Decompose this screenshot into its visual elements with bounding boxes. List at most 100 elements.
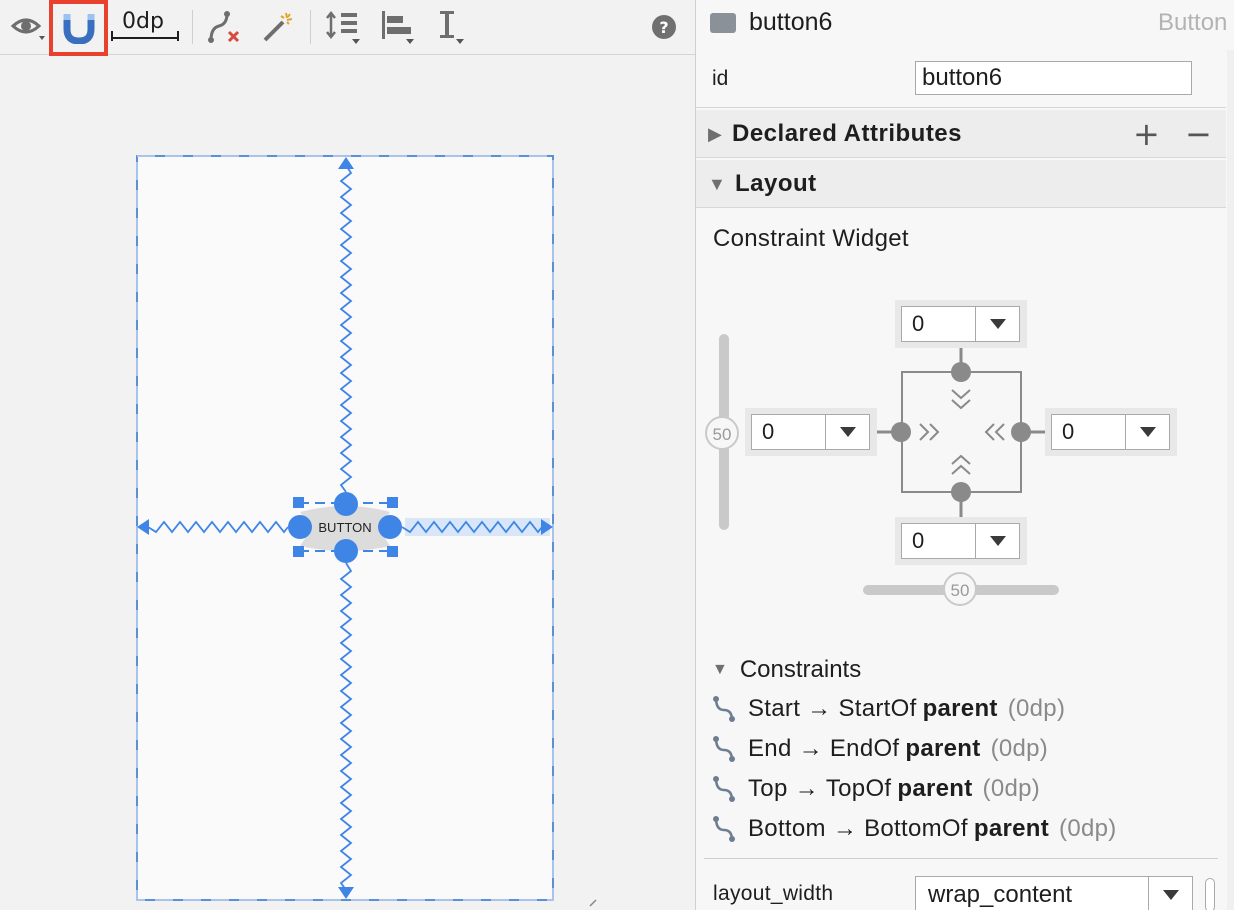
constraint-target: TopOf bbox=[825, 775, 892, 802]
constraint-row-bottom[interactable]: Bottom → BottomOf parent (0dp) bbox=[710, 814, 1117, 844]
constraint-side: Start bbox=[748, 695, 801, 722]
button-label: BUTTON bbox=[318, 520, 371, 535]
chevron-down-icon[interactable] bbox=[1125, 415, 1169, 449]
add-attribute-button[interactable]: + bbox=[1133, 114, 1160, 154]
constraint-arrow: → bbox=[807, 695, 832, 722]
align-icon[interactable] bbox=[376, 6, 420, 48]
guidelines-icon[interactable] bbox=[430, 6, 474, 48]
horizontal-bias-value: 50 bbox=[951, 581, 970, 600]
component-header: button6 Button bbox=[696, 0, 1234, 50]
layout-section[interactable]: ▼ Layout bbox=[696, 160, 1226, 208]
layout-title: Layout bbox=[735, 170, 817, 197]
widget-bottom-anchor[interactable] bbox=[951, 482, 971, 502]
constraint-parent: parent bbox=[897, 775, 973, 802]
constraint-side: End bbox=[748, 735, 792, 762]
chevron-down-icon[interactable] bbox=[975, 307, 1019, 341]
constraint-parent: parent bbox=[973, 815, 1050, 842]
id-row: id button6 bbox=[696, 55, 1226, 108]
vertical-size-chevrons[interactable] bbox=[951, 389, 971, 475]
remove-attribute-button[interactable]: − bbox=[1185, 114, 1212, 154]
constraint-side: Top bbox=[748, 775, 788, 802]
horizontal-size-chevrons[interactable] bbox=[919, 423, 1005, 441]
collapse-arrow-icon[interactable]: ▼ bbox=[712, 661, 728, 679]
margin-top-dropdown[interactable]: 0 bbox=[895, 300, 1027, 348]
constraint-target: StartOf bbox=[838, 695, 917, 722]
resize-handle-bottom-right[interactable] bbox=[387, 546, 398, 557]
help-icon[interactable]: ? bbox=[651, 6, 677, 48]
margin-right-value[interactable]: 0 bbox=[1052, 415, 1125, 449]
constraint-row-end[interactable]: End → EndOf parent (0dp) bbox=[710, 734, 1048, 764]
widget-left-anchor[interactable] bbox=[891, 422, 911, 442]
constraint-arrow: → bbox=[794, 775, 819, 802]
design-canvas[interactable]: BUTTON bbox=[0, 56, 695, 910]
constraint-target: EndOf bbox=[829, 735, 900, 762]
top-anchor[interactable] bbox=[334, 492, 358, 516]
margin-bottom-dropdown[interactable]: 0 bbox=[895, 517, 1027, 565]
declared-attributes-title: Declared Attributes bbox=[732, 120, 962, 147]
widget-top-anchor[interactable] bbox=[951, 362, 971, 382]
layout-width-dropdown[interactable]: wrap_content bbox=[915, 876, 1193, 910]
constraint-row-start[interactable]: Start → StartOf parent (0dp) bbox=[710, 694, 1065, 724]
default-margin-value: 0dp bbox=[122, 9, 164, 34]
declared-attributes-section[interactable]: ▶ Declared Attributes + − bbox=[696, 110, 1226, 158]
vertical-bias-value: 50 bbox=[713, 425, 732, 444]
layout-editor: 0dp ? BUTTON button6 Button id button6 ▶… bbox=[0, 0, 1234, 910]
chevron-down-icon[interactable] bbox=[1148, 877, 1192, 910]
constraint-icon bbox=[713, 816, 735, 842]
constraint-arrow: → bbox=[832, 815, 858, 842]
id-input[interactable]: button6 bbox=[915, 61, 1192, 95]
constraint-arrow: → bbox=[798, 735, 823, 762]
design-pane: 0dp ? BUTTON bbox=[0, 0, 695, 910]
infer-constraints-icon[interactable] bbox=[256, 6, 298, 48]
end-anchor[interactable] bbox=[378, 515, 402, 539]
resize-handle-bottom-left[interactable] bbox=[293, 546, 304, 557]
component-name: button6 bbox=[749, 8, 833, 36]
attributes-panel: button6 Button id button6 ▶ Declared Att… bbox=[695, 0, 1234, 910]
constraint-margin: (0dp) bbox=[982, 775, 1041, 802]
default-margin-dropdown[interactable]: 0dp bbox=[108, 6, 182, 48]
constraint-row-top[interactable]: Top → TopOf parent (0dp) bbox=[710, 774, 1040, 804]
constraint-margin: (0dp) bbox=[1059, 815, 1117, 842]
divider bbox=[704, 858, 1218, 859]
constraint-margin: (0dp) bbox=[990, 735, 1049, 762]
margin-left-dropdown[interactable]: 0 bbox=[745, 408, 877, 456]
margin-bottom-value[interactable]: 0 bbox=[902, 524, 975, 558]
constraint-icon bbox=[713, 696, 735, 722]
help-glyph: ? bbox=[652, 15, 676, 39]
bottom-anchor[interactable] bbox=[334, 539, 358, 563]
constraint-icon bbox=[713, 736, 735, 762]
toolbar-separator bbox=[310, 10, 311, 44]
layout-width-scroll[interactable] bbox=[1205, 878, 1215, 910]
resize-handle-top-left[interactable] bbox=[293, 497, 304, 508]
constraint-parent: parent bbox=[905, 735, 981, 762]
constraints-header[interactable]: ▼ Constraints bbox=[712, 656, 861, 684]
constraint-margin: (0dp) bbox=[1007, 695, 1066, 722]
pack-icon[interactable] bbox=[322, 6, 366, 48]
toolbar-separator bbox=[192, 10, 193, 44]
design-toolbar: 0dp ? bbox=[0, 0, 695, 56]
constraint-target: BottomOf bbox=[864, 815, 968, 842]
layout-width-value[interactable]: wrap_content bbox=[916, 877, 1148, 910]
constraints-title: Constraints bbox=[739, 656, 862, 683]
resize-handle-top-right[interactable] bbox=[387, 497, 398, 508]
button-widget-icon bbox=[710, 13, 736, 33]
constraint-icon bbox=[713, 776, 735, 802]
chevron-down-icon[interactable] bbox=[975, 524, 1019, 558]
constraint-widget-title: Constraint Widget bbox=[713, 225, 909, 252]
constraint-side: Bottom bbox=[748, 815, 826, 842]
collapse-arrow-icon[interactable]: ▼ bbox=[708, 174, 726, 195]
start-anchor[interactable] bbox=[288, 515, 312, 539]
margin-top-value[interactable]: 0 bbox=[902, 307, 975, 341]
chevron-down-icon[interactable] bbox=[825, 415, 869, 449]
component-type: Button bbox=[1158, 9, 1228, 36]
constraint-parent: parent bbox=[922, 695, 998, 722]
magnet-icon[interactable] bbox=[49, 0, 108, 56]
widget-box bbox=[901, 371, 1022, 493]
expand-arrow-icon[interactable]: ▶ bbox=[708, 124, 722, 145]
eye-icon[interactable] bbox=[8, 6, 48, 48]
widget-right-anchor[interactable] bbox=[1011, 422, 1031, 442]
clear-constraints-icon[interactable] bbox=[202, 6, 246, 48]
margin-right-dropdown[interactable]: 0 bbox=[1045, 408, 1177, 456]
margin-left-value[interactable]: 0 bbox=[752, 415, 825, 449]
layout-width-label: layout_width bbox=[713, 882, 834, 905]
